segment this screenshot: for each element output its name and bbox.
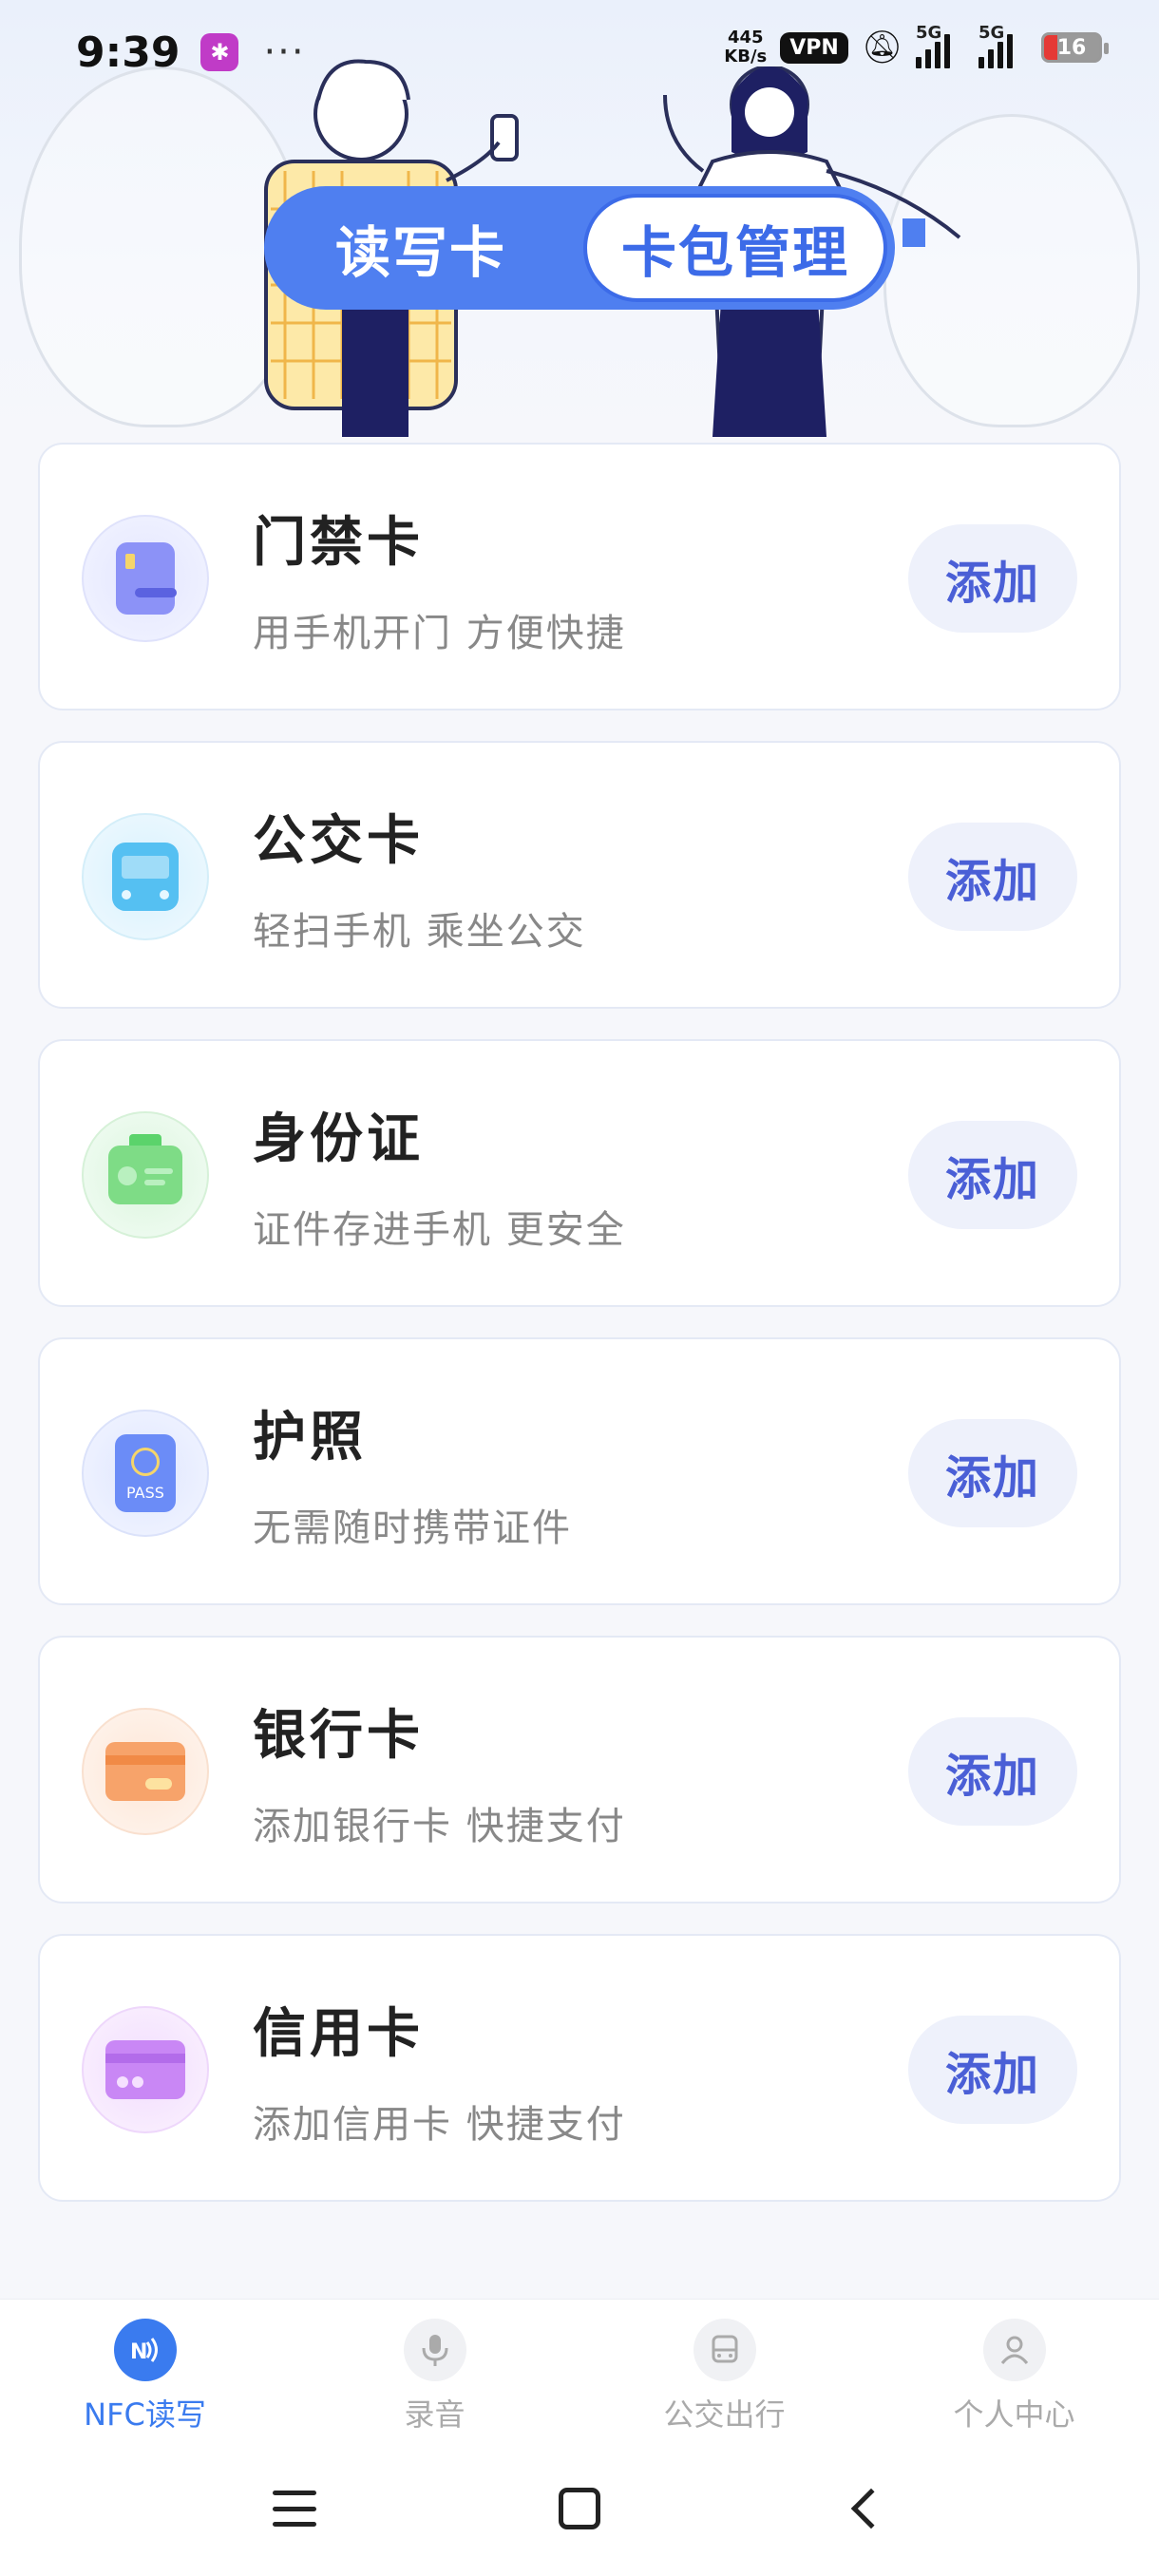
card-subtitle: 证件存进手机 更安全 (253, 1208, 626, 1252)
card-title: 身份证 (253, 1108, 424, 1170)
signal-label-1: 5G (916, 23, 942, 43)
bank-card-icon (82, 1708, 209, 1835)
credit-card-icon (82, 2006, 209, 2133)
menu-button[interactable] (152, 2491, 437, 2527)
bus-card-icon (82, 813, 209, 940)
card-item-bank[interactable]: 银行卡 添加银行卡 快捷支付 添加 (38, 1636, 1121, 1904)
nav-item-profile[interactable]: 个人中心 (869, 2300, 1159, 2441)
nav-item-bus[interactable]: 公交出行 (580, 2300, 869, 2441)
clock: 9:39 (76, 28, 180, 77)
card-subtitle: 用手机开门 方便快捷 (253, 612, 626, 655)
card-title: 银行卡 (253, 1705, 424, 1767)
system-nav-bar (0, 2441, 1159, 2576)
home-icon (559, 2488, 600, 2529)
card-item-credit[interactable]: 信用卡 添加信用卡 快捷支付 添加 (38, 1934, 1121, 2202)
access-card-icon (82, 515, 209, 642)
add-button[interactable]: 添加 (908, 1419, 1077, 1527)
card-list: 门禁卡 用手机开门 方便快捷 添加 公交卡 轻扫手机 乘坐公交 添加 身份证 证… (38, 443, 1121, 2232)
mute-bell-icon: 🔕︎ (861, 28, 902, 66)
tab-switch: 读写卡 卡包管理 (264, 186, 895, 310)
hero-banner: 9:39 ✱ ··· 445 KB/s VPN 🔕︎ 5G 5G 16 读写卡 (0, 0, 1159, 446)
user-icon (982, 2319, 1046, 2381)
nfc-icon: N (113, 2319, 177, 2381)
card-title: 公交卡 (253, 810, 424, 872)
card-subtitle: 添加银行卡 快捷支付 (253, 1805, 626, 1848)
network-speed-unit: KB/s (724, 47, 768, 66)
signal-icon-1: 5G (916, 23, 965, 68)
add-button[interactable]: 添加 (908, 2016, 1077, 2124)
back-icon (850, 2488, 892, 2529)
card-item-access[interactable]: 门禁卡 用手机开门 方便快捷 添加 (38, 443, 1121, 710)
add-button[interactable]: 添加 (908, 524, 1077, 633)
microphone-icon (403, 2319, 466, 2381)
status-bar: 9:39 ✱ ··· 445 KB/s VPN 🔕︎ 5G 5G 16 (0, 0, 1159, 104)
battery-icon: 16 (1041, 32, 1109, 63)
card-title: 护照 (253, 1407, 367, 1468)
tab-wallet-manage[interactable]: 卡包管理 (583, 194, 887, 302)
nav-label: NFC读写 (84, 2396, 206, 2433)
bus-icon (693, 2319, 756, 2381)
passport-icon: PASS (82, 1410, 209, 1537)
signal-label-2: 5G (978, 23, 1005, 43)
vpn-badge: VPN (780, 31, 848, 64)
network-speed: 445 KB/s (724, 28, 767, 66)
card-title: 信用卡 (253, 2003, 424, 2065)
card-item-passport[interactable]: PASS 护照 无需随时携带证件 添加 (38, 1337, 1121, 1605)
add-button[interactable]: 添加 (908, 1121, 1077, 1229)
card-title: 门禁卡 (253, 512, 424, 574)
passport-icon-text: PASS (126, 1484, 164, 1502)
card-item-bus[interactable]: 公交卡 轻扫手机 乘坐公交 添加 (38, 741, 1121, 1009)
back-button[interactable] (722, 2488, 1007, 2529)
bottom-nav: N NFC读写 录音 公交出行 个人中心 (0, 2299, 1159, 2441)
nav-label: 个人中心 (953, 2396, 1075, 2433)
menu-icon (273, 2491, 316, 2527)
nav-item-nfc[interactable]: N NFC读写 (0, 2300, 290, 2441)
tab-read-write[interactable]: 读写卡 (264, 208, 578, 288)
id-card-icon (82, 1111, 209, 1239)
more-notifications-icon: ··· (263, 30, 306, 74)
card-subtitle: 无需随时携带证件 (253, 1506, 572, 1550)
nav-item-record[interactable]: 录音 (290, 2300, 580, 2441)
nav-label: 公交出行 (663, 2396, 786, 2433)
nav-label: 录音 (404, 2396, 466, 2433)
status-icons: 445 KB/s VPN 🔕︎ 5G 5G 16 (724, 23, 1109, 68)
signal-icon-2: 5G (978, 23, 1028, 68)
card-item-id[interactable]: 身份证 证件存进手机 更安全 添加 (38, 1039, 1121, 1307)
card-subtitle: 轻扫手机 乘坐公交 (253, 910, 586, 954)
add-button[interactable]: 添加 (908, 823, 1077, 931)
svg-text:N: N (130, 2340, 147, 2364)
home-button[interactable] (437, 2488, 722, 2529)
app-notification-icon: ✱ (200, 33, 239, 71)
card-subtitle: 添加信用卡 快捷支付 (253, 2103, 626, 2147)
network-speed-value: 445 (727, 28, 764, 47)
add-button[interactable]: 添加 (908, 1717, 1077, 1826)
